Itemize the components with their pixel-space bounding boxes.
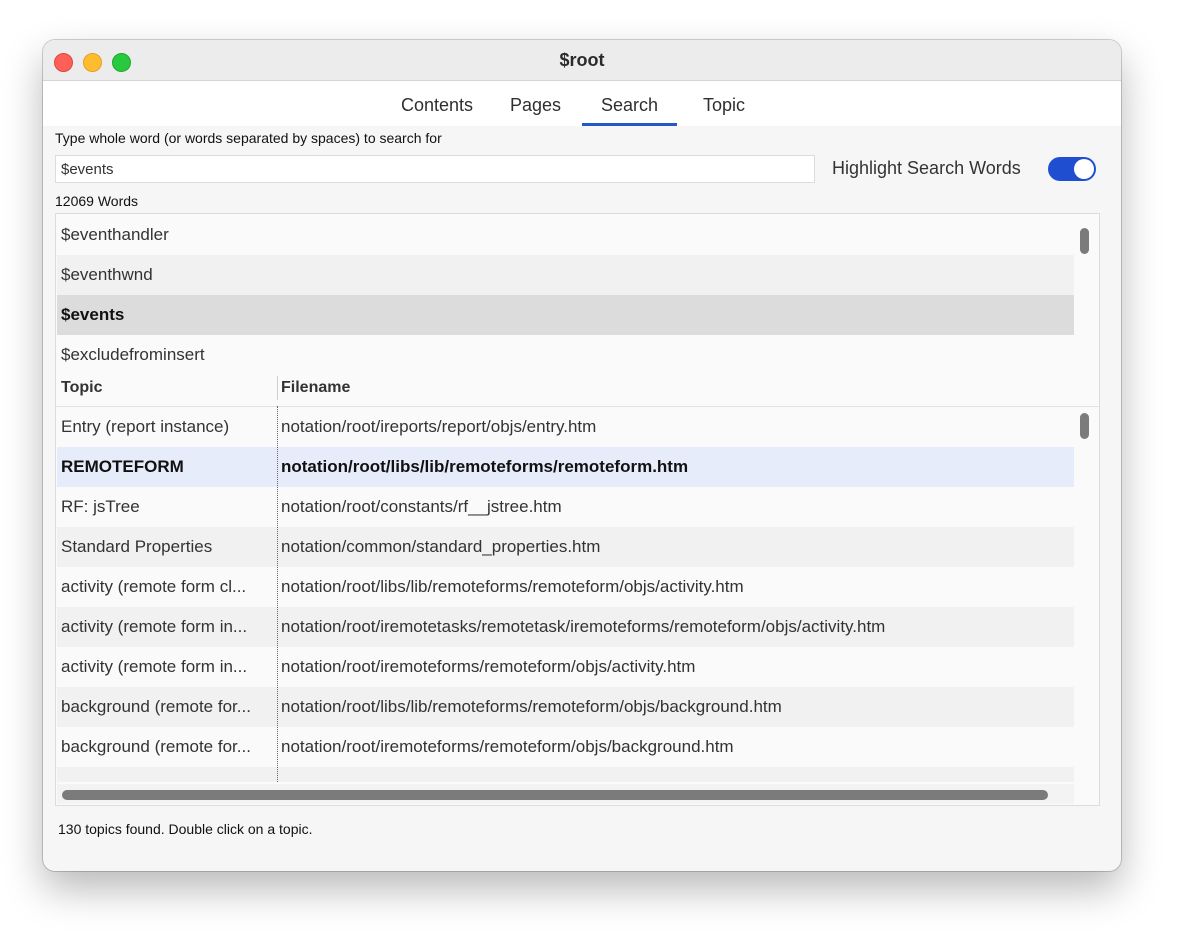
column-header-topic[interactable]: Topic <box>61 370 102 406</box>
highlight-search-words-label: Highlight Search Words <box>832 158 1021 178</box>
word-list-item-selected[interactable]: $events <box>57 295 1074 335</box>
column-header-filename[interactable]: Filename <box>281 370 350 406</box>
table-row[interactable]: Entry (report instance) notation/root/ir… <box>57 407 1074 447</box>
results-horizontal-scrollbar[interactable] <box>62 790 1048 800</box>
words-list[interactable]: $eventhandler $eventhwnd $events $exclud… <box>55 213 1100 372</box>
filename-cell: notation/root/libs/lib/remoteforms/remot… <box>281 697 782 716</box>
results-horizontal-scrollbar-track[interactable] <box>57 784 1074 804</box>
table-row[interactable]: RF: jsTree notation/root/constants/rf__j… <box>57 487 1074 527</box>
topic-cell: Standard Properties <box>61 537 213 556</box>
results-vertical-scrollbar[interactable] <box>1080 413 1089 439</box>
filename-cell: notation/root/ireports/report/objs/entry… <box>281 417 597 436</box>
table-row-selected[interactable]: REMOTEFORM notation/root/libs/lib/remote… <box>57 447 1074 487</box>
active-tab-indicator <box>582 123 677 126</box>
search-prompt-label: Type whole word (or words separated by s… <box>55 130 442 146</box>
table-row[interactable]: activity (remote form cl... notation/roo… <box>57 567 1074 607</box>
topic-cell: activity (remote form cl... <box>61 577 247 596</box>
table-row[interactable]: background (remote for... notation/root/… <box>57 687 1074 727</box>
filename-cell: notation/common/standard_properties.htm <box>281 537 601 556</box>
topic-cell: background (remote for... <box>61 737 251 756</box>
column-header-divider[interactable] <box>277 376 278 400</box>
table-row[interactable]: activity (remote form in... notation/roo… <box>57 607 1074 647</box>
topic-cell: Entry (report instance) <box>61 417 230 436</box>
toggle-knob <box>1074 159 1094 179</box>
word-list-item[interactable]: $excludefrominsert <box>57 335 1074 371</box>
filename-cell: notation/root/libs/lib/remoteforms/remot… <box>281 457 689 476</box>
window-title: $root <box>559 50 605 70</box>
word-count-label: 12069 Words <box>55 193 139 209</box>
filename-cell: notation/root/iremotetasks/remotetask/ir… <box>281 617 886 636</box>
highlight-search-words-toggle[interactable] <box>1048 157 1096 181</box>
word-list-item[interactable]: $eventhwnd <box>57 255 1074 295</box>
topic-cell: background (remote for... <box>61 697 251 716</box>
filename-cell: notation/root/iremoteforms/remoteform/ob… <box>281 657 696 676</box>
topic-cell: activity (remote form in... <box>61 617 248 636</box>
filename-cell: notation/root/constants/rf__jstree.htm <box>281 497 562 516</box>
tab-pages[interactable]: Pages <box>510 95 561 116</box>
topic-cell: RF: jsTree <box>61 497 140 516</box>
status-text: 130 topics found. Double click on a topi… <box>58 821 313 837</box>
table-row[interactable]: background (remote for... notation/root/… <box>57 727 1074 767</box>
title-bar: $root <box>43 40 1121 81</box>
words-vertical-scrollbar[interactable] <box>1080 228 1089 254</box>
results-table: Topic Filename Entry (report instance) n… <box>55 370 1100 806</box>
topic-cell: activity (remote form in... <box>61 657 248 676</box>
tab-bar: Contents Pages Search Topic <box>43 81 1121 126</box>
tab-search[interactable]: Search <box>601 95 658 116</box>
filename-cell: notation/root/iremoteforms/remoteform/ob… <box>281 737 734 756</box>
search-input[interactable] <box>55 155 815 183</box>
filename-cell: notation/root/libs/lib/remoteforms/remot… <box>281 577 744 596</box>
tab-contents[interactable]: Contents <box>401 95 473 116</box>
word-list-item[interactable]: $eventhandler <box>57 215 1074 255</box>
scrollbar-corner <box>1076 782 1098 804</box>
table-row-partial <box>57 767 1074 782</box>
tab-topic[interactable]: Topic <box>703 95 745 116</box>
table-row[interactable]: activity (remote form in... notation/roo… <box>57 647 1074 687</box>
help-window: $root Contents Pages Search Topic Type w… <box>43 40 1121 871</box>
topic-cell: REMOTEFORM <box>61 457 184 476</box>
column-divider <box>277 406 278 782</box>
table-row[interactable]: Standard Properties notation/common/stan… <box>57 527 1074 567</box>
